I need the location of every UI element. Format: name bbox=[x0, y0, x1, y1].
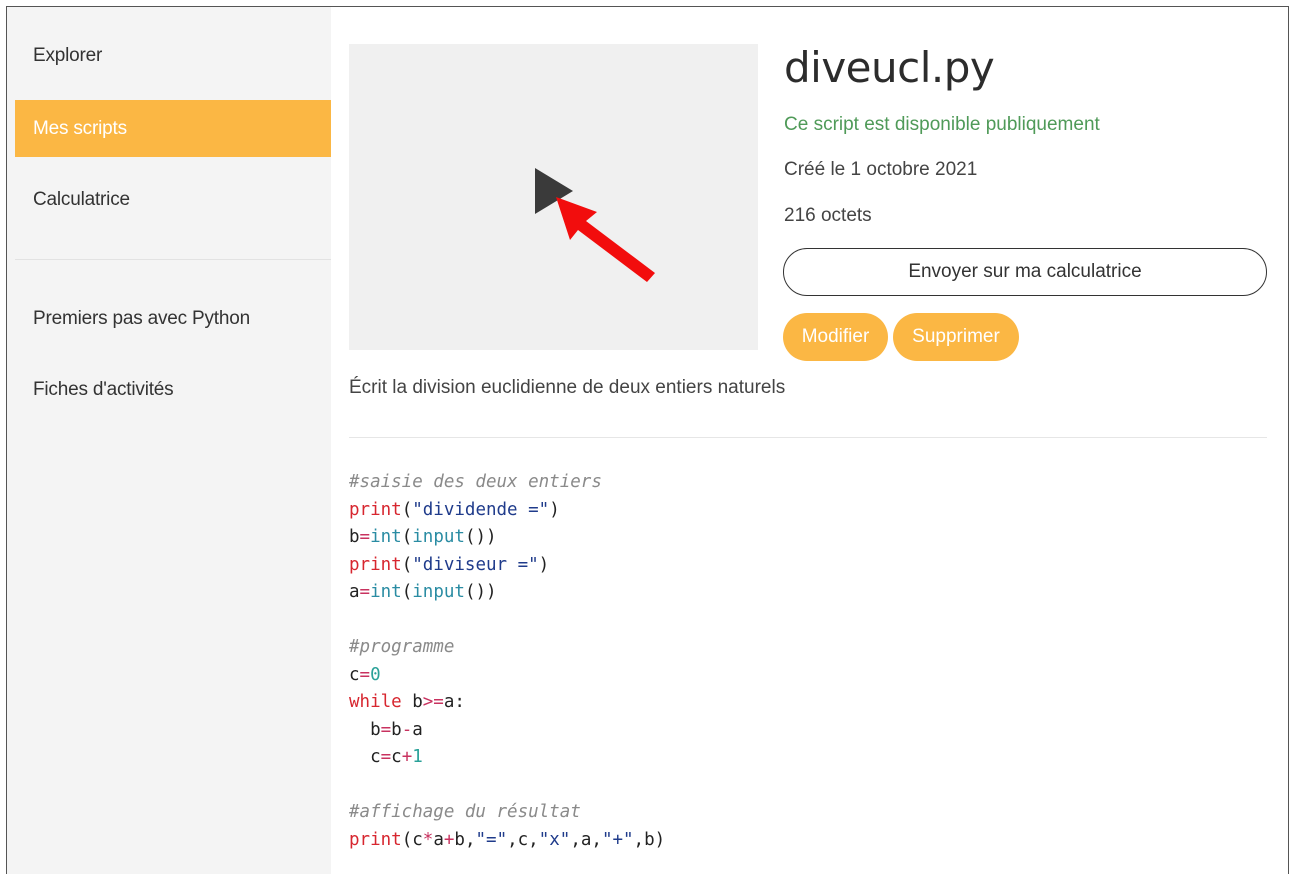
code-token-operator: = bbox=[380, 719, 392, 740]
file-size: 216 octets bbox=[784, 205, 872, 226]
code-token-plain: ) bbox=[538, 554, 550, 575]
code-token-plain: c bbox=[391, 747, 402, 767]
code-token-comment: #saisie des deux entiers bbox=[349, 472, 602, 492]
code-token-string: "+" bbox=[601, 829, 634, 850]
code-token-plain: ( bbox=[401, 527, 413, 547]
code-token-string: "x" bbox=[538, 829, 571, 850]
code-line: #programme bbox=[349, 634, 665, 662]
send-to-calculator-button[interactable]: Envoyer sur ma calculatrice bbox=[783, 248, 1267, 296]
delete-button[interactable]: Supprimer bbox=[893, 313, 1019, 361]
code-line: b=b-a bbox=[349, 717, 665, 745]
sidebar: Explorer Mes scripts Calculatrice Premie… bbox=[7, 7, 331, 874]
script-detail: diveucl.py Ce script est disponible publ… bbox=[331, 7, 1288, 874]
created-date: Créé le 1 octobre 2021 bbox=[784, 159, 978, 180]
code-line: b=int(input()) bbox=[349, 524, 665, 552]
code-token-plain: a bbox=[433, 829, 444, 850]
code-token-operator: = bbox=[359, 527, 371, 547]
code-token-comment: #affichage du résultat bbox=[349, 802, 581, 822]
code-token-plain: a bbox=[349, 582, 360, 602]
code-token-plain: ) bbox=[549, 499, 560, 520]
script-title: diveucl.py bbox=[784, 43, 995, 92]
code-line: #affichage du résultat bbox=[349, 799, 665, 827]
script-preview[interactable] bbox=[349, 44, 758, 350]
code-token-keyword: print bbox=[349, 499, 402, 520]
code-line: a=int(input()) bbox=[349, 579, 665, 607]
code-line: #saisie des deux entiers bbox=[349, 469, 665, 497]
code-token-operator: = bbox=[359, 582, 371, 602]
sidebar-item-explorer[interactable]: Explorer bbox=[15, 27, 331, 84]
code-token-number: 0 bbox=[370, 664, 381, 685]
red-arrow-icon bbox=[556, 197, 655, 282]
code-line: while b>=a: bbox=[349, 689, 665, 717]
code-token-comment: #programme bbox=[349, 637, 455, 657]
code-token-plain: b bbox=[401, 692, 423, 712]
code-line: c=c+1 bbox=[349, 744, 665, 772]
code-token-operator: - bbox=[401, 719, 413, 740]
code-token-plain: ,c, bbox=[507, 829, 539, 850]
code-token-operator: + bbox=[401, 747, 413, 767]
code-token-keyword: print bbox=[349, 829, 402, 850]
code-token-plain: ,b) bbox=[633, 829, 666, 850]
sidebar-item-mes-scripts[interactable]: Mes scripts bbox=[15, 100, 331, 157]
code-token-string: "diviseur =" bbox=[412, 554, 539, 575]
code-token-operator: = bbox=[359, 664, 371, 685]
code-token-plain: c bbox=[412, 829, 423, 850]
code-token-string: "=" bbox=[475, 829, 508, 850]
sidebar-item-premiers-pas[interactable]: Premiers pas avec Python bbox=[15, 290, 331, 347]
code-token-operator: * bbox=[422, 829, 434, 850]
code-token-plain: ( bbox=[401, 499, 413, 520]
code-token-plain: ( bbox=[401, 829, 413, 850]
code-token-plain: ( bbox=[401, 582, 413, 602]
code-token-plain: b, bbox=[454, 829, 476, 850]
code-token-builtin: input bbox=[412, 527, 465, 547]
code-token-plain: b bbox=[391, 719, 402, 740]
code-token-plain: ,a, bbox=[570, 829, 602, 850]
code-token-plain: a bbox=[412, 719, 423, 740]
code-token-plain: ( bbox=[401, 554, 413, 575]
code-line: print("dividende =") bbox=[349, 497, 665, 525]
sidebar-divider bbox=[15, 259, 331, 260]
code-token-plain: b bbox=[349, 719, 381, 740]
code-line: print("diviseur =") bbox=[349, 552, 665, 580]
code-token-plain: c bbox=[349, 747, 381, 767]
code-token-operator: = bbox=[380, 747, 392, 767]
edit-button[interactable]: Modifier bbox=[783, 313, 888, 361]
code-token-keyword: print bbox=[349, 554, 402, 575]
code-token-number: 1 bbox=[412, 747, 423, 767]
code-token-keyword: while bbox=[349, 692, 402, 712]
code-token-plain: a: bbox=[443, 692, 465, 712]
code-token-string: "dividende =" bbox=[412, 499, 550, 520]
code-block: #saisie des deux entiers print("dividende… bbox=[349, 469, 665, 854]
code-token-plain: ()) bbox=[464, 582, 497, 602]
app-window: Explorer Mes scripts Calculatrice Premie… bbox=[6, 6, 1289, 874]
code-line: c=0 bbox=[349, 662, 665, 690]
code-token-operator: >= bbox=[422, 692, 444, 712]
code-token-plain: ()) bbox=[464, 527, 497, 547]
code-token-plain: b bbox=[349, 527, 360, 547]
sidebar-item-calculatrice[interactable]: Calculatrice bbox=[15, 171, 331, 228]
code-token-builtin: input bbox=[412, 582, 465, 602]
script-description: Écrit la division euclidienne de deux en… bbox=[349, 377, 786, 398]
code-token-plain: c bbox=[349, 664, 360, 685]
divider bbox=[349, 437, 1267, 438]
public-status: Ce script est disponible publiquement bbox=[784, 114, 1100, 135]
code-token-builtin: int bbox=[370, 582, 402, 602]
code-token-operator: + bbox=[443, 829, 455, 850]
code-line: print(c*a+b,"=",c,"x",a,"+",b) bbox=[349, 827, 665, 855]
code-token-builtin: int bbox=[370, 527, 402, 547]
sidebar-item-fiches-activites[interactable]: Fiches d'activités bbox=[15, 361, 331, 418]
